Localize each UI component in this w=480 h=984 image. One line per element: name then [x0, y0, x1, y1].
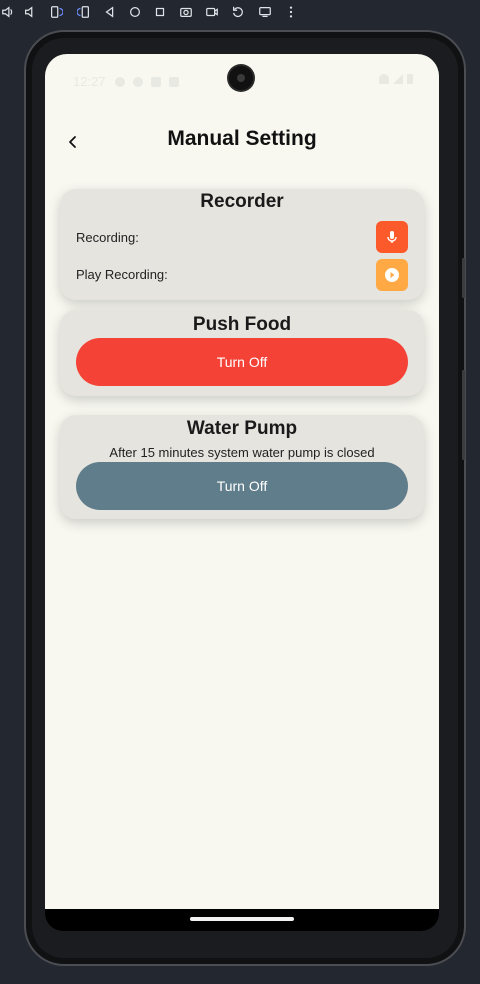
water-pump-description: After 15 minutes system water pump is cl… — [109, 445, 375, 460]
phone-screen: 12:27 Manual Setting Recorder Recording:… — [45, 54, 439, 909]
status-indicators — [379, 74, 413, 84]
volume-up-icon[interactable] — [0, 4, 16, 20]
record-button[interactable] — [376, 221, 408, 253]
overview-square-icon[interactable] — [152, 4, 168, 20]
push-food-turn-off-button[interactable]: Turn Off — [76, 338, 408, 386]
mail-icon — [151, 77, 161, 87]
extended-controls-icon[interactable] — [257, 4, 273, 20]
water-pump-title: Water Pump — [186, 418, 298, 439]
play-recording-label: Play Recording: — [76, 267, 168, 282]
back-triangle-icon[interactable] — [102, 4, 118, 20]
play-icon — [385, 268, 399, 282]
recording-label: Recording: — [76, 230, 139, 245]
camera-icon[interactable] — [178, 4, 194, 20]
rotate-right-icon[interactable] — [76, 4, 92, 20]
push-food-title: Push Food — [192, 314, 292, 335]
home-circle-icon[interactable] — [127, 4, 143, 20]
recorder-title: Recorder — [200, 191, 284, 212]
play-recording-button[interactable] — [376, 259, 408, 291]
page-title: Manual Setting — [167, 127, 317, 150]
shield-icon — [133, 77, 143, 87]
recorder-card: Recorder Recording: Play Recording: — [60, 189, 424, 300]
notification-icon — [115, 77, 125, 87]
volume-down-icon[interactable] — [22, 4, 38, 20]
screenrecord-icon[interactable] — [204, 4, 220, 20]
home-indicator[interactable] — [190, 917, 294, 921]
battery-icon — [407, 74, 413, 84]
microphone-icon — [387, 231, 397, 243]
replay-icon[interactable] — [230, 4, 246, 20]
water-pump-turn-off-button[interactable]: Turn Off — [76, 462, 408, 510]
sim-icon — [169, 77, 179, 87]
wifi-icon — [379, 74, 389, 84]
signal-icon — [393, 74, 403, 84]
water-pump-card: Water Pump After 15 minutes system water… — [60, 415, 424, 519]
emulator-toolbar — [0, 0, 480, 24]
more-vert-icon[interactable] — [283, 4, 299, 20]
status-time: 12:27 — [73, 74, 106, 89]
power-button — [462, 258, 465, 298]
push-food-card: Push Food Turn Off — [60, 310, 424, 396]
volume-rocker — [462, 370, 465, 460]
front-camera — [229, 66, 253, 90]
rotate-left-icon[interactable] — [48, 4, 64, 20]
